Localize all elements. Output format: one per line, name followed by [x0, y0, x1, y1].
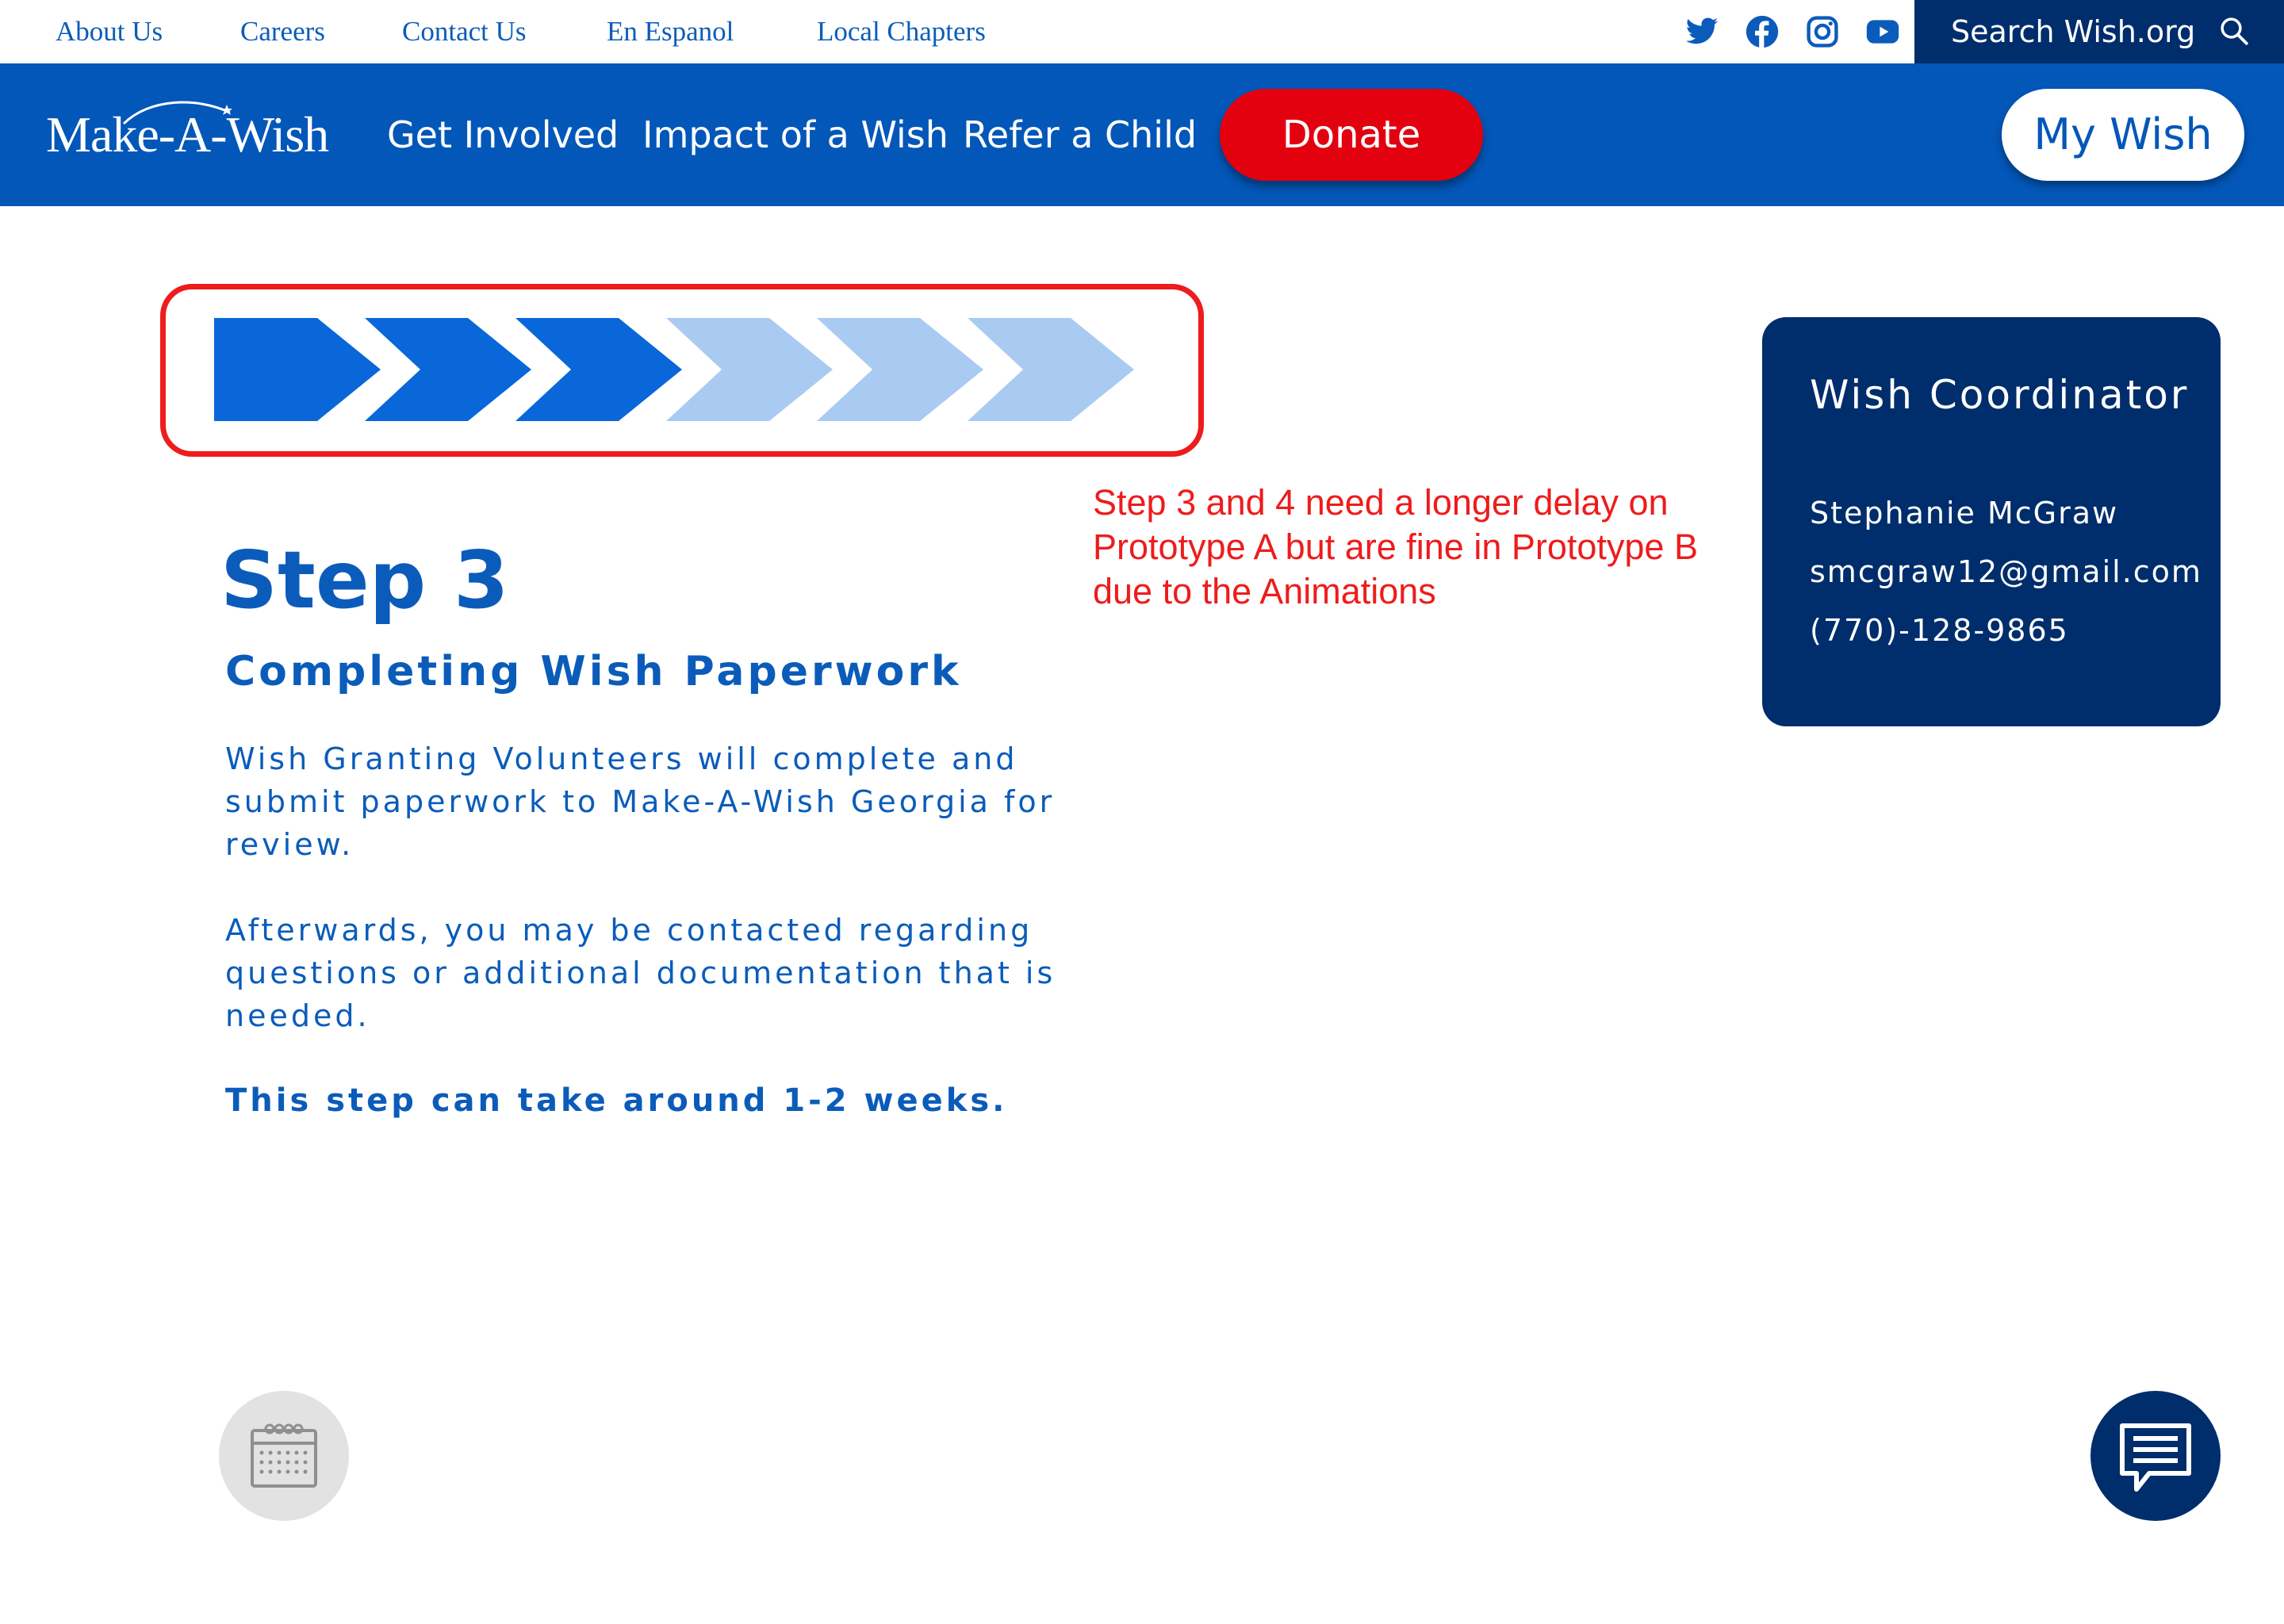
coordinator-name: Stephanie McGraw [1810, 496, 2119, 530]
nav-refer-a-child[interactable]: Refer a Child [963, 113, 1197, 157]
step-progress-indicator [214, 318, 1134, 421]
donate-button[interactable]: Donate [1220, 89, 1483, 181]
progress-step-2[interactable] [365, 318, 531, 421]
progress-step-4[interactable] [666, 318, 833, 421]
progress-step-3[interactable] [515, 318, 682, 421]
design-annotation: Step 3 and 4 need a longer delay on Prot… [1093, 482, 1698, 611]
search-bar[interactable]: Search Wish.org [1914, 0, 2284, 63]
chat-button[interactable] [2090, 1391, 2221, 1521]
instagram-icon[interactable] [1805, 14, 1840, 49]
nav-impact-of-a-wish[interactable]: Impact of a Wish [642, 113, 948, 157]
chat-icon [2120, 1423, 2191, 1492]
calendar-button[interactable] [219, 1391, 349, 1521]
nav-get-involved[interactable]: Get Involved [387, 113, 619, 157]
local-chapters-link[interactable]: Local Chapters [817, 14, 986, 49]
facebook-icon[interactable] [1745, 14, 1780, 49]
utility-bar: About Us Careers Contact Us En Espanol L… [0, 0, 2284, 63]
about-us-link[interactable]: About Us [56, 14, 163, 49]
careers-link[interactable]: Careers [240, 14, 325, 49]
main-nav: Make-A-Wish Get Involved Impact of a Wis… [0, 63, 2284, 206]
search-icon[interactable] [2217, 14, 2251, 48]
progress-step-1[interactable] [214, 318, 381, 421]
wish-coordinator-card: Wish Coordinator Stephanie McGraw smcgra… [1762, 317, 2221, 726]
coordinator-email[interactable]: smcgraw12@gmail.com [1810, 552, 2202, 592]
step-followup: Afterwards, you may be contacted regardi… [225, 913, 1056, 1033]
step-title: Step 3 [220, 534, 509, 626]
progress-step-5[interactable] [817, 318, 983, 421]
coordinator-phone[interactable]: (770)-128-9865 [1810, 611, 2069, 650]
en-espanol-link[interactable]: En Espanol [607, 14, 734, 49]
coordinator-heading: Wish Coordinator [1810, 372, 2190, 418]
step-duration: This step can take around 1-2 weeks. [225, 1082, 1008, 1119]
step-subtitle: Completing Wish Paperwork [225, 648, 962, 695]
youtube-icon[interactable] [1865, 14, 1900, 49]
logo-star-swoosh [122, 101, 232, 125]
calendar-icon [251, 1423, 317, 1488]
my-wish-button[interactable]: My Wish [2002, 89, 2244, 181]
progress-step-6[interactable] [968, 318, 1134, 421]
contact-us-link[interactable]: Contact Us [402, 14, 527, 49]
search-label: Search Wish.org [1951, 14, 2196, 49]
twitter-icon[interactable] [1684, 14, 1719, 49]
step-description: Wish Granting Volunteers will complete a… [225, 741, 1056, 862]
